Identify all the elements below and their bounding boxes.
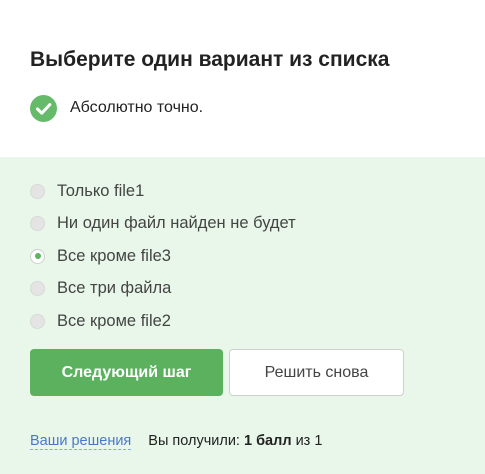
next-step-button[interactable]: Следующий шаг xyxy=(30,349,223,396)
radio-button[interactable] xyxy=(30,281,45,297)
submission-footer: Ваши решения Вы получили: 1 балл из 1 xyxy=(30,433,322,450)
score-suffix: из 1 xyxy=(295,433,323,449)
question-header: Выберите один вариант из списка Абсолютн… xyxy=(0,0,485,157)
option-item[interactable]: Ни один файл найден не будет xyxy=(30,208,296,241)
option-label: Все кроме file3 xyxy=(57,246,171,265)
option-item[interactable]: Все три файла xyxy=(30,273,296,306)
option-label: Только file1 xyxy=(57,181,145,200)
radio-button-selected[interactable] xyxy=(30,248,45,264)
question-title: Выберите один вариант из списка xyxy=(30,48,390,71)
option-item[interactable]: Только file1 xyxy=(30,175,296,208)
radio-button[interactable] xyxy=(30,313,45,329)
option-item-selected[interactable]: Все кроме file3 xyxy=(30,240,296,273)
radio-button[interactable] xyxy=(30,183,45,199)
option-label: Ни один файл найден не будет xyxy=(57,214,296,233)
check-circle-icon xyxy=(30,94,57,122)
score-text: Вы получили: 1 балл из 1 xyxy=(148,433,322,449)
your-solutions-link[interactable]: Ваши решения xyxy=(30,433,132,450)
option-label: Все три файла xyxy=(57,279,172,298)
feedback-row: Абсолютно точно. xyxy=(30,94,203,122)
score-prefix: Вы получили: xyxy=(148,433,240,449)
solve-again-button[interactable]: Решить снова xyxy=(229,349,404,396)
score-value: 1 балл xyxy=(244,433,292,449)
option-label: Все кроме file2 xyxy=(57,311,171,330)
options-list: Только file1 Ни один файл найден не буде… xyxy=(30,175,296,338)
option-item[interactable]: Все кроме file2 xyxy=(30,305,296,338)
feedback-text: Абсолютно точно. xyxy=(70,99,204,116)
radio-button[interactable] xyxy=(30,216,45,232)
answer-panel: Только file1 Ни один файл найден не буде… xyxy=(0,157,485,474)
